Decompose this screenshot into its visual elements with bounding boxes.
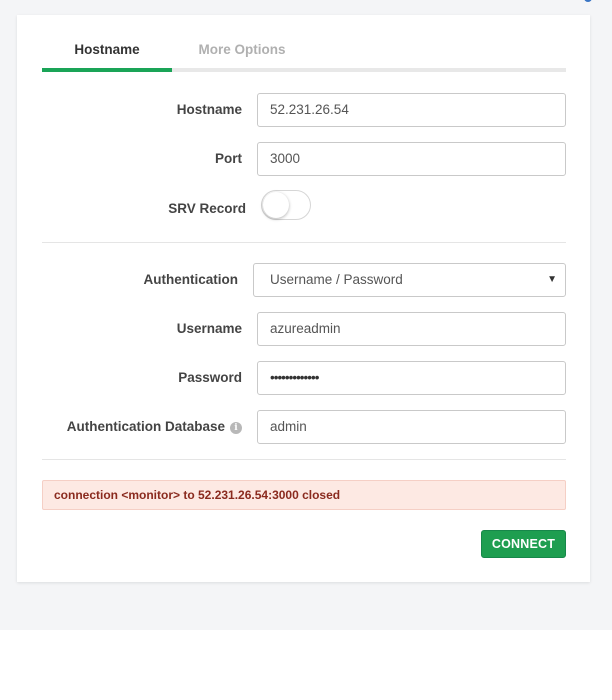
- hostname-row: Hostname 52.231.26.54: [17, 93, 590, 127]
- section-divider: [42, 242, 566, 243]
- active-tab-indicator: [42, 68, 172, 72]
- auth-database-label: Authentication Database: [66, 419, 225, 434]
- username-row: Username azureadmin: [17, 312, 590, 346]
- info-icon[interactable]: i: [230, 422, 242, 434]
- connection-form-card: Hostname More Options Hostname 52.231.26…: [17, 15, 590, 582]
- authentication-selected-value: Username / Password: [270, 272, 403, 287]
- authentication-select[interactable]: Username / Password ▼: [253, 263, 566, 297]
- authentication-label: Authentication: [143, 272, 239, 287]
- auth-database-input[interactable]: admin: [257, 410, 566, 444]
- port-input[interactable]: 3000: [257, 142, 566, 176]
- password-row: Password •••••••••••••: [17, 361, 590, 395]
- srv-record-label: SRV Record: [168, 201, 246, 216]
- srv-record-toggle[interactable]: [261, 190, 311, 220]
- connect-button[interactable]: CONNECT: [481, 530, 566, 558]
- port-label: Port: [215, 151, 242, 166]
- tab-bar: Hostname More Options: [42, 42, 566, 72]
- chevron-down-icon: ▼: [547, 274, 557, 285]
- error-message: connection <monitor> to 52.231.26.54:300…: [42, 480, 566, 510]
- hostname-input[interactable]: 52.231.26.54: [257, 93, 566, 127]
- username-input[interactable]: azureadmin: [257, 312, 566, 346]
- port-row: Port 3000: [17, 142, 590, 176]
- section-divider: [42, 459, 566, 460]
- tab-hostname[interactable]: Hostname: [42, 42, 172, 68]
- username-label: Username: [176, 321, 242, 336]
- auth-database-row: Authentication Database i admin: [17, 410, 590, 444]
- password-label: Password: [178, 370, 242, 385]
- tab-more-options[interactable]: More Options: [172, 42, 312, 68]
- toggle-knob: [263, 192, 289, 218]
- hostname-label: Hostname: [176, 102, 242, 117]
- auth-database-label-wrap: Authentication Database i: [37, 410, 242, 444]
- srv-record-row: SRV Record: [17, 190, 590, 226]
- authentication-row: Authentication Username / Password ▼: [17, 263, 590, 297]
- password-input[interactable]: •••••••••••••: [257, 361, 566, 395]
